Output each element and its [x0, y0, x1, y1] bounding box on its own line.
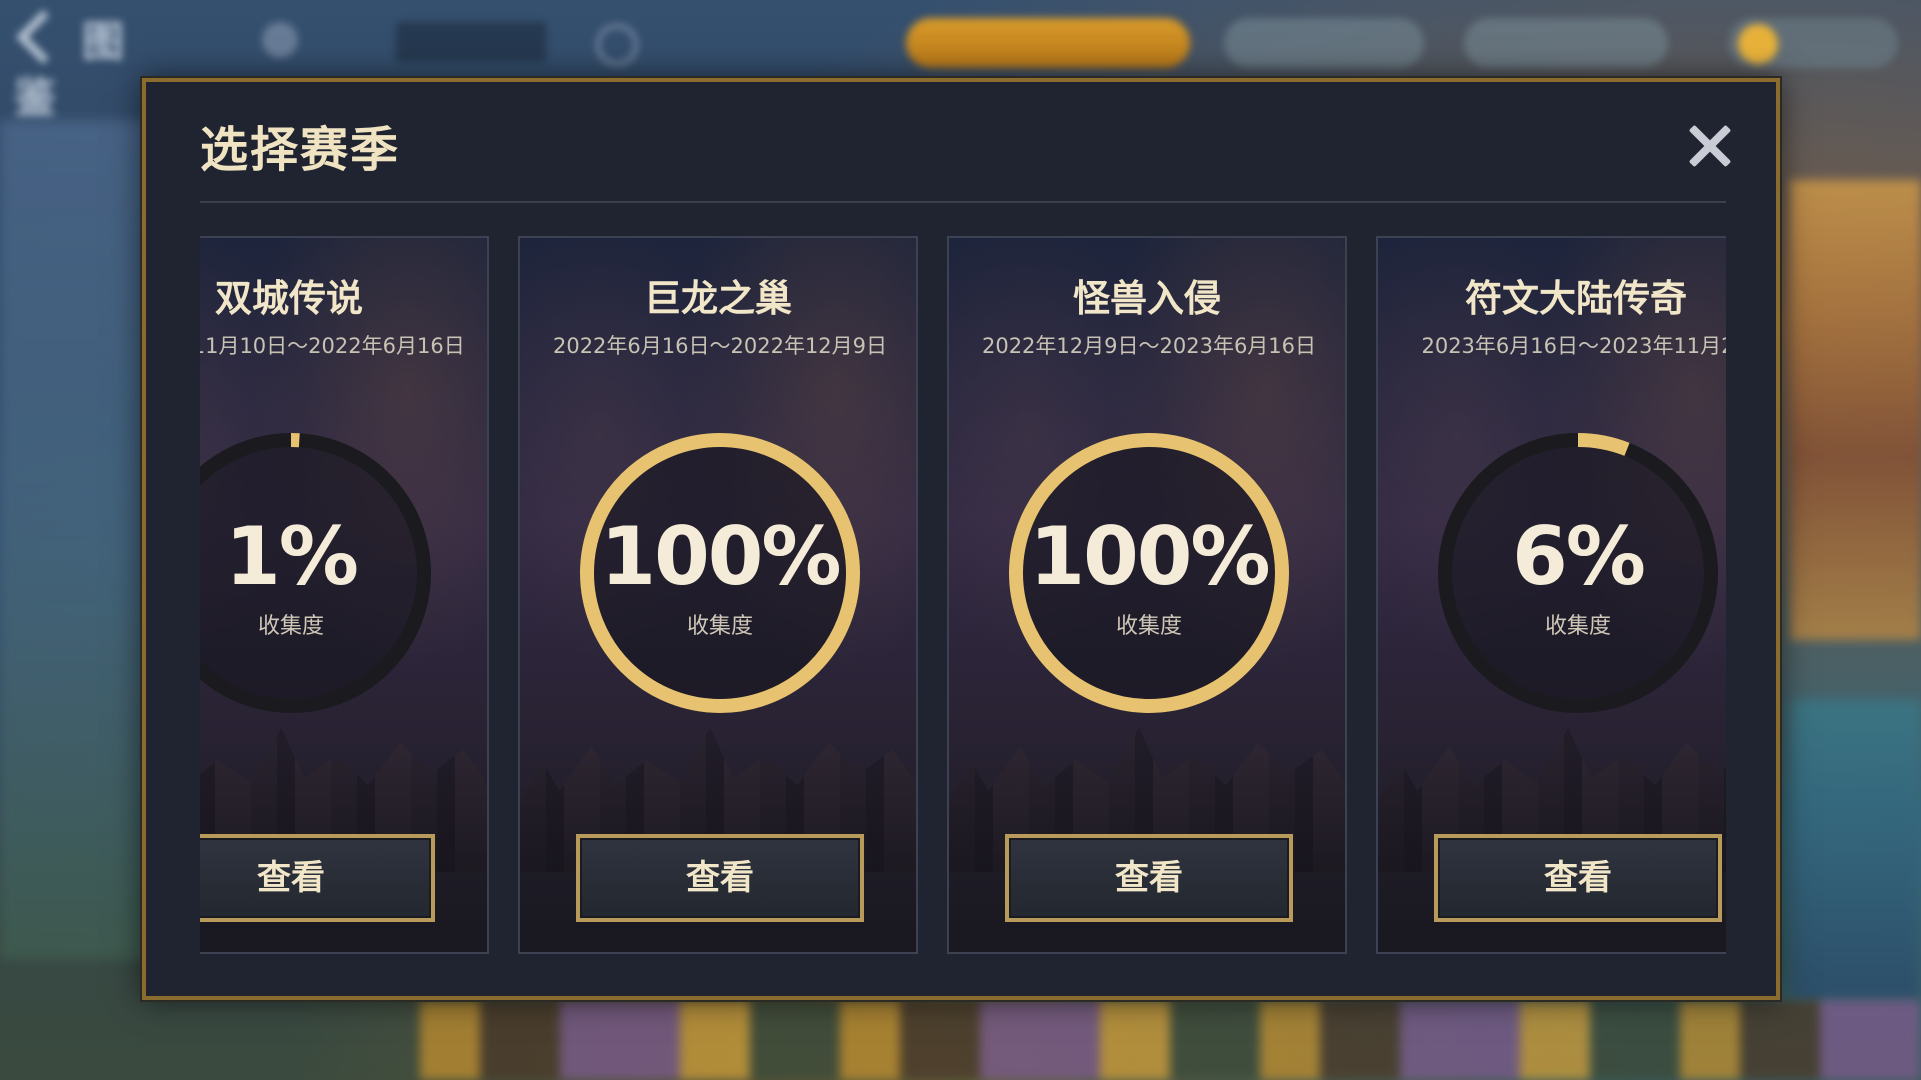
season-card: 怪兽入侵 2022年12月9日～2023年6月16日 100% 收集度 查看 [947, 236, 1347, 954]
topbar-pill-1[interactable] [1224, 18, 1424, 68]
season-name: 符文大陆传奇 [1465, 277, 1687, 320]
background-bottom-cards [420, 1000, 1920, 1080]
close-icon[interactable] [1686, 122, 1734, 170]
dialog-title: 选择赛季 [200, 122, 401, 178]
collection-label: 收集度 [1544, 614, 1611, 639]
view-button[interactable]: 查看 [1434, 834, 1722, 922]
view-button[interactable]: 查看 [1005, 834, 1293, 922]
collection-percent: 100% [600, 510, 841, 603]
title-divider [200, 201, 1726, 203]
season-dates: 2022年6月16日～2022年12月9日 [552, 334, 888, 358]
collection-label: 收集度 [257, 614, 324, 639]
top-bar: 图鉴 [0, 0, 1921, 122]
help-icon[interactable] [262, 22, 298, 58]
season-dates: 2022年12月9日～2023年6月16日 [981, 334, 1317, 358]
background-right-art [1790, 180, 1921, 640]
collection-percent: 1% [225, 510, 359, 603]
collection-percent: 100% [1029, 510, 1270, 603]
season-card-carousel[interactable]: 双城传说 2021年11月10日～2022年6月16日 1% 收集度 查看 巨龙… [200, 236, 1726, 956]
search-icon[interactable] [596, 24, 638, 66]
season-pill[interactable] [906, 18, 1190, 68]
background-right-art-lower [1790, 700, 1921, 1000]
game-screen: 图鉴 选择赛季 双城传说 2021年11月10日～2022年6月16日 1% 收… [0, 0, 1921, 1080]
coin-icon [1738, 24, 1778, 64]
season-name: 双城传说 [215, 277, 363, 320]
collection-label: 收集度 [686, 614, 753, 639]
season-card: 符文大陆传奇 2023年6月16日～2023年11月2 6% 收集度 查看 [1376, 236, 1726, 954]
view-button[interactable]: 查看 [576, 834, 864, 922]
season-name: 怪兽入侵 [1073, 277, 1221, 320]
season-card: 双城传说 2021年11月10日～2022年6月16日 1% 收集度 查看 [200, 236, 489, 954]
season-name: 巨龙之巢 [644, 277, 792, 320]
back-button[interactable]: 图鉴 [14, 10, 164, 122]
background-left-panel [0, 120, 150, 960]
select-season-dialog: 选择赛季 双城传说 2021年11月10日～2022年6月16日 1% 收集度 … [142, 78, 1780, 1000]
collection-label: 收集度 [1115, 614, 1182, 639]
season-card: 巨龙之巢 2022年6月16日～2022年12月9日 100% 收集度 查看 [518, 236, 918, 954]
topbar-pill-2[interactable] [1464, 18, 1668, 68]
filter-dropdown[interactable] [396, 22, 546, 62]
view-button[interactable]: 查看 [200, 834, 435, 922]
season-dates: 2023年6月16日～2023年11月2 [1421, 334, 1726, 358]
collection-percent: 6% [1512, 510, 1646, 603]
back-arrow-icon [16, 10, 70, 64]
